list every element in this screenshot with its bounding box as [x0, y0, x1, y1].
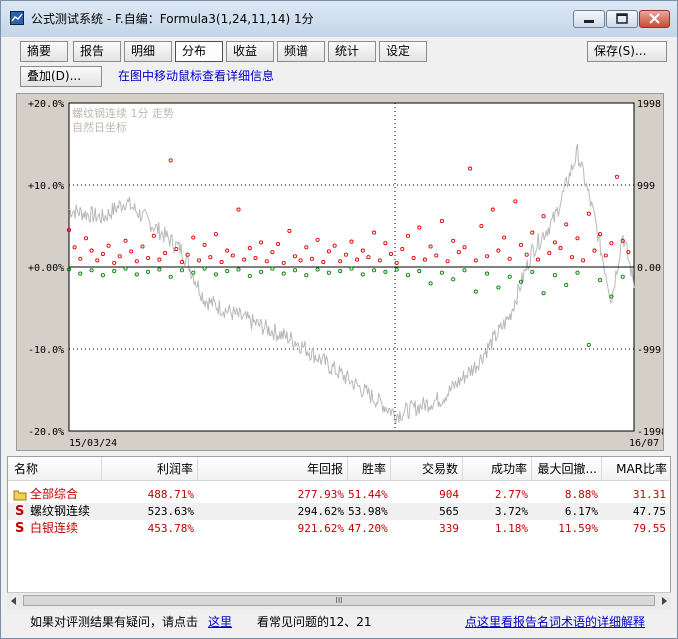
col-header-winrate[interactable]: 胜率 — [348, 457, 391, 481]
overlay-button[interactable]: 叠加(D)... — [20, 66, 102, 87]
distribution-chart[interactable]: 螺纹钢连续 1分 走势 自然日坐标 +20.0% +10.0% +0.00% -… — [16, 93, 664, 451]
window-title: 公式测试系统 - F.自编：Formula3(1,24,11,14) 1分 — [31, 12, 314, 26]
row-name: 全部综合 — [30, 487, 79, 501]
col-header-trades[interactable]: 交易数 — [391, 457, 463, 481]
col-header-profit[interactable]: 利润率 — [102, 457, 198, 481]
chart-legend-axis: 自然日坐标 — [72, 120, 127, 134]
left-tick-1: +20.0% — [28, 99, 64, 110]
row-trades: 565 — [439, 505, 459, 518]
row-annual: 294.62% — [297, 505, 344, 518]
results-table[interactable]: 名称 利润率 年回报 胜率 交易数 成功率 最大回撤... MAR比率 全部综合… — [7, 456, 671, 609]
row-profit: 453.78% — [147, 522, 194, 535]
row-trades: 904 — [439, 488, 459, 501]
table-row[interactable]: 全部综合 488.71% 277.93% 51.44% 904 2.77% 8.… — [8, 486, 670, 503]
right-tick-4: -999 — [637, 345, 661, 356]
row-trades: 339 — [439, 522, 459, 535]
left-tick-2: +10.0% — [28, 181, 64, 192]
date-start: 15/03/24 — [69, 438, 117, 449]
chart-legend-series: 螺纹钢连续 1分 走势 — [72, 106, 174, 120]
row-success: 2.77% — [494, 488, 528, 501]
maximize-button[interactable] — [606, 10, 638, 28]
chart-canvas[interactable]: 螺纹钢连续 1分 走势 自然日坐标 +20.0% +10.0% +0.00% -… — [17, 94, 663, 450]
row-winrate: 53.98% — [348, 505, 388, 518]
row-drawdown: 11.59% — [558, 522, 598, 535]
tab-summary[interactable]: 摘要 — [20, 41, 68, 62]
minimize-button[interactable] — [573, 10, 605, 28]
title-bar: 公式测试系统 - F.自编：Formula3(1,24,11,14) 1分 — [1, 1, 677, 37]
scroll-left-icon[interactable] — [9, 596, 19, 606]
row-profit: 523.63% — [147, 505, 194, 518]
row-name: 白银连续 — [30, 521, 79, 535]
s-icon: S — [15, 504, 25, 519]
right-tick-2: 999 — [637, 181, 655, 192]
tab-spectrum[interactable]: 频谱 — [277, 41, 325, 62]
row-mar: 31.31 — [632, 488, 666, 501]
row-annual: 277.93% — [297, 488, 344, 501]
row-success: 3.72% — [494, 505, 528, 518]
tab-detail[interactable]: 明细 — [124, 41, 172, 62]
left-tick-5: -20.0% — [28, 427, 64, 438]
col-header-success[interactable]: 成功率 — [463, 457, 532, 481]
minimize-icon — [584, 20, 594, 23]
left-tick-3: +0.00% — [28, 263, 64, 274]
close-icon — [649, 13, 660, 24]
col-header-annual[interactable]: 年回报 — [198, 457, 348, 481]
right-tick-3: 0.00 — [637, 263, 661, 274]
maximize-icon — [616, 13, 628, 24]
col-header-drawdown[interactable]: 最大回撤... — [532, 457, 602, 481]
right-tick-1: 1998 — [637, 99, 661, 110]
app-icon — [10, 11, 24, 25]
table-row[interactable]: S 螺纹钢连续 523.63% 294.62% 53.98% 565 3.72%… — [8, 503, 670, 520]
footer-here-link[interactable]: 这里 — [208, 613, 232, 630]
tab-profit[interactable]: 收益 — [226, 41, 274, 62]
footer-glossary-link[interactable]: 点这里看报告名词术语的详细解释 — [465, 613, 645, 630]
row-annual: 921.62% — [297, 522, 344, 535]
tab-report[interactable]: 报告 — [73, 41, 121, 62]
left-tick-4: -10.0% — [28, 345, 64, 356]
row-mar: 79.55 — [632, 522, 666, 535]
row-mar: 47.75 — [632, 505, 666, 518]
tab-statistics[interactable]: 统计 — [328, 41, 376, 62]
row-winrate: 47.20% — [348, 522, 388, 535]
folder-icon — [13, 490, 27, 501]
row-drawdown: 6.17% — [564, 505, 598, 518]
scroll-thumb[interactable]: III — [23, 595, 655, 606]
main-window: 公式测试系统 - F.自编：Formula3(1,24,11,14) 1分 摘要… — [0, 0, 678, 639]
table-hscrollbar[interactable]: III — [7, 592, 671, 609]
col-header-mar[interactable]: MAR比率 — [602, 457, 670, 481]
right-tick-5: -1998 — [637, 427, 663, 438]
row-success: 1.18% — [494, 522, 528, 535]
save-button[interactable]: 保存(S)... — [587, 41, 667, 62]
footer-question: 如果对评测结果有疑问，请点击 — [30, 615, 199, 629]
col-header-name[interactable]: 名称 — [8, 457, 102, 481]
row-profit: 488.71% — [147, 488, 194, 501]
footer-faq: 看常见问题的12、21 — [257, 615, 372, 629]
table-row[interactable]: S 白银连续 453.78% 921.62% 47.20% 339 1.18% … — [8, 520, 670, 537]
row-winrate: 51.44% — [348, 488, 388, 501]
chart-hint: 在图中移动鼠标查看详细信息 — [118, 69, 275, 83]
row-name: 螺纹钢连续 — [30, 504, 91, 518]
close-button[interactable] — [639, 10, 670, 28]
tab-distribution[interactable]: 分布 — [175, 41, 223, 62]
s-icon: S — [15, 521, 25, 536]
tab-settings[interactable]: 设定 — [379, 41, 427, 62]
row-drawdown: 8.88% — [564, 488, 598, 501]
scroll-right-icon[interactable] — [659, 596, 669, 606]
date-end: 16/07 — [629, 438, 659, 449]
